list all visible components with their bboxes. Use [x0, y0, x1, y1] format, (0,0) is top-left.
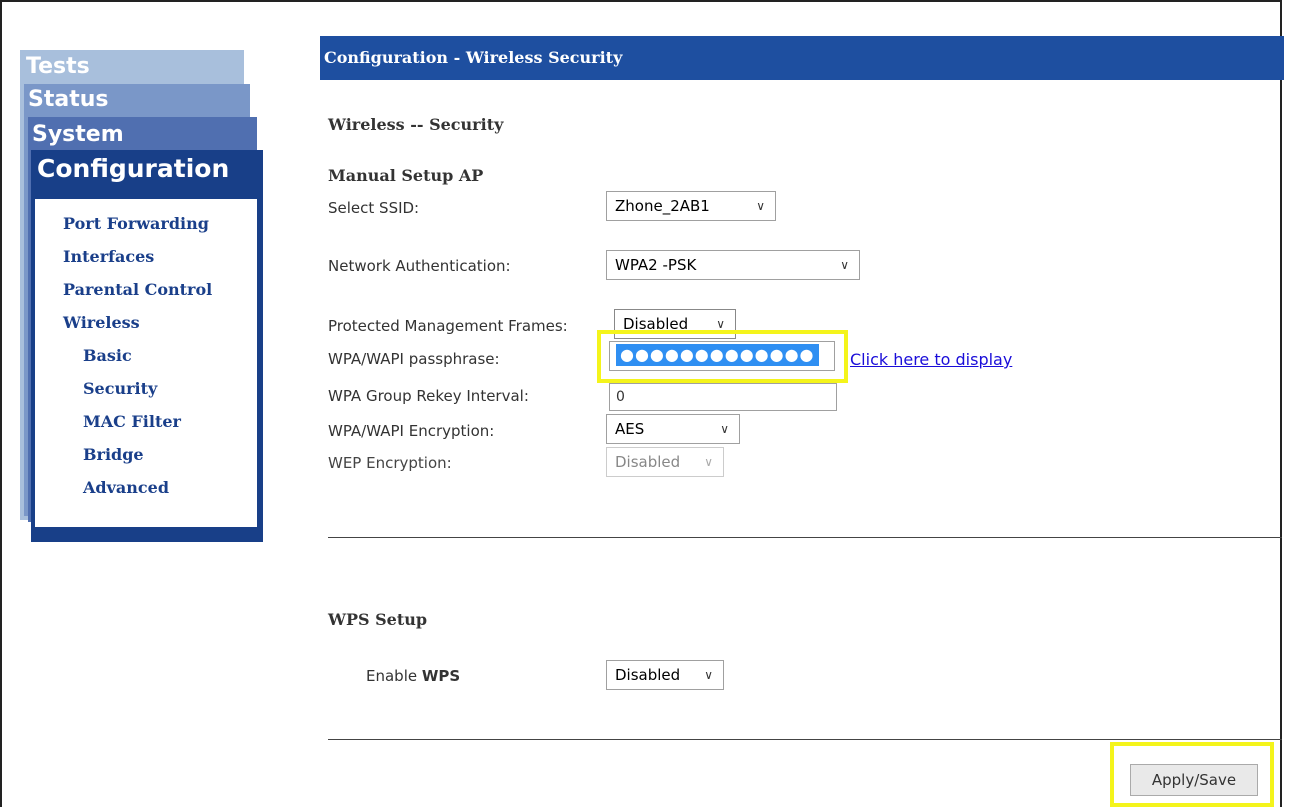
ssid-select[interactable]: Zhone_2AB1 ∨ — [606, 191, 776, 221]
ssid-select-value: Zhone_2AB1 — [615, 197, 710, 215]
chevron-down-icon: ∨ — [756, 199, 765, 213]
pmf-label: Protected Management Frames: — [328, 317, 568, 335]
network-auth-select-value: WPA2 -PSK — [615, 256, 697, 274]
sidebar-item-wireless[interactable]: Wireless — [63, 306, 212, 339]
wps-select-value: Disabled — [615, 666, 681, 684]
page-header: Configuration - Wireless Security — [320, 36, 1284, 80]
tab-system-label: System — [32, 122, 124, 147]
section-divider — [328, 537, 1282, 538]
chevron-down-icon: ∨ — [704, 668, 713, 682]
enable-wps-label: Enable WPS — [366, 667, 460, 685]
chevron-down-icon: ∨ — [704, 455, 713, 469]
sidebar-item-parental-control[interactable]: Parental Control — [63, 273, 212, 306]
encryption-label: WPA/WAPI Encryption: — [328, 422, 495, 440]
tab-status-label: Status — [28, 87, 109, 112]
chevron-down-icon: ∨ — [720, 422, 729, 436]
sidebar-item-basic[interactable]: Basic — [63, 339, 212, 372]
configuration-menu: Port Forwarding Interfaces Parental Cont… — [35, 199, 257, 527]
sidebar-item-advanced[interactable]: Advanced — [63, 471, 212, 504]
rekey-interval-label: WPA Group Rekey Interval: — [328, 387, 529, 405]
chevron-down-icon: ∨ — [840, 258, 849, 272]
encryption-select-value: AES — [615, 420, 645, 438]
network-auth-select[interactable]: WPA2 -PSK ∨ — [606, 250, 860, 280]
tab-configuration[interactable]: Configuration Port Forwarding Interfaces… — [31, 150, 263, 542]
network-auth-label: Network Authentication: — [328, 257, 511, 275]
wps-select[interactable]: Disabled ∨ — [606, 660, 724, 690]
sidebar-item-bridge[interactable]: Bridge — [63, 438, 212, 471]
wep-encryption-select-value: Disabled — [615, 453, 681, 471]
tab-tests-label: Tests — [26, 54, 90, 79]
tab-configuration-label: Configuration — [37, 154, 230, 183]
actions-divider — [328, 739, 1282, 740]
sidebar-item-interfaces[interactable]: Interfaces — [63, 240, 212, 273]
rekey-interval-input[interactable]: 0 — [609, 383, 837, 411]
encryption-select[interactable]: AES ∨ — [606, 414, 740, 444]
display-passphrase-link[interactable]: Click here to display — [850, 350, 1012, 369]
wps-setup-title: WPS Setup — [328, 610, 428, 629]
sidebar-item-security[interactable]: Security — [63, 372, 212, 405]
passphrase-highlight — [597, 330, 848, 383]
wep-encryption-label: WEP Encryption: — [328, 454, 452, 472]
sidebar-item-port-forwarding[interactable]: Port Forwarding — [63, 207, 212, 240]
apply-save-highlight — [1110, 742, 1274, 807]
enable-wps-label-bold: WPS — [421, 667, 461, 685]
ssid-label: Select SSID: — [328, 199, 420, 217]
sidebar-item-mac-filter[interactable]: MAC Filter — [63, 405, 212, 438]
passphrase-label: WPA/WAPI passphrase: — [328, 350, 500, 368]
enable-wps-label-prefix: Enable — [366, 667, 422, 685]
manual-setup-title: Manual Setup AP — [328, 166, 484, 185]
section-title: Wireless -- Security — [328, 115, 504, 134]
wep-encryption-select: Disabled ∨ — [606, 447, 724, 477]
